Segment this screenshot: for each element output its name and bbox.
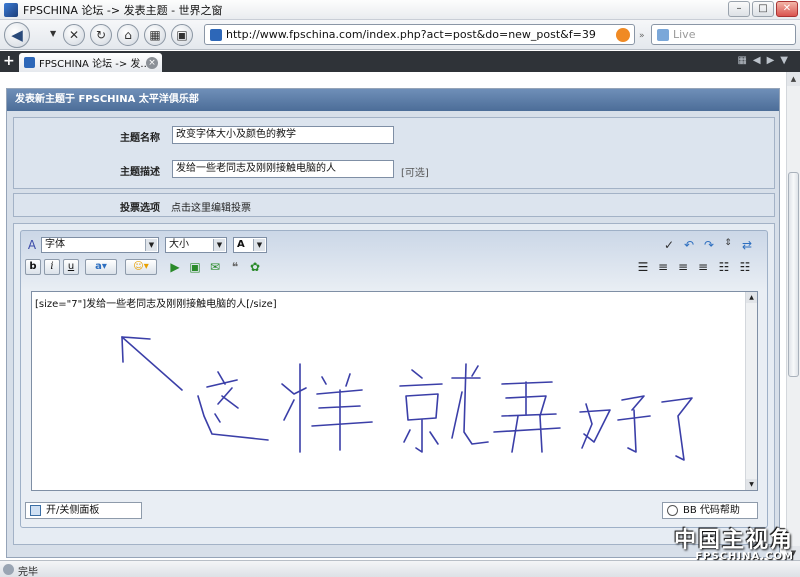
numbered-list-icon[interactable]: ☷ — [716, 259, 732, 275]
poll-block: 投票选项 点击这里编辑投票 — [13, 193, 775, 217]
window-controls: – □ ✕ — [728, 1, 798, 17]
highlight-color-button[interactable]: a▾ — [85, 259, 117, 275]
align-center-icon[interactable]: ≡ — [675, 259, 691, 275]
toggle-side-panel-label: 开/关侧面板 — [46, 505, 100, 516]
status-text: 完毕 — [18, 567, 38, 577]
back-button[interactable]: ◀ — [4, 22, 30, 48]
handwritten-annotation — [121, 336, 693, 461]
align-right-icon[interactable]: ≡ — [695, 259, 711, 275]
bold-button[interactable]: b — [25, 259, 41, 275]
separator-icon: » — [639, 31, 645, 41]
form-header: 发表新主题于 FPSCHINA 太平洋俱乐部 — [7, 89, 779, 111]
navigation-bar: ◀ ▼ ✕ ↻ ⌂ ▦ ▣ http://www.fpschina.com/in… — [0, 20, 800, 50]
go-icon[interactable] — [616, 27, 630, 42]
editor-area: A 字体 ▼ 大小 ▼ A ▼ ✓ ↶ ↷ ⇕ ⇄ b i u a▾ ☺▾ ▶ … — [13, 223, 775, 545]
scroll-thumb[interactable] — [788, 172, 799, 377]
align-left-icon[interactable]: ≡ — [655, 259, 671, 275]
textarea-scrollbar[interactable]: ▲ ▼ — [745, 292, 757, 490]
tab-label: FPSCHINA 论坛 -> 发... — [39, 59, 146, 70]
page-status-icon — [3, 564, 14, 575]
page-scrollbar[interactable]: ▲ ▼ — [786, 72, 800, 560]
scroll-up-icon[interactable]: ▲ — [746, 292, 757, 303]
spellcheck-icon[interactable]: ✓ — [661, 237, 677, 253]
maximize-button[interactable]: □ — [752, 1, 774, 17]
font-select-value: 字体 — [45, 239, 65, 250]
tab-bar: + FPSCHINA 论坛 -> 发... × ▦◀▶▼ — [0, 51, 800, 72]
bb-code-help-button[interactable]: BB 代码帮助 — [662, 502, 758, 519]
color-select-value: A — [237, 239, 245, 250]
page-content: 发表新主题于 FPSCHINA 太平洋俱乐部 主题名称 改变字体大小及颜色的教学… — [0, 72, 786, 560]
description-label: 主题描述 — [120, 167, 160, 178]
window-title: FPSCHINA 论坛 -> 发表主题 - 世界之窗 — [23, 3, 223, 17]
bullet-list-icon[interactable]: ☷ — [737, 259, 753, 275]
underline-button[interactable]: u — [63, 259, 79, 275]
indent-icon[interactable]: ☰ — [635, 259, 651, 275]
italic-button[interactable]: i — [44, 259, 60, 275]
rich-editor: A 字体 ▼ 大小 ▼ A ▼ ✓ ↶ ↷ ⇕ ⇄ b i u a▾ ☺▾ ▶ … — [20, 230, 768, 528]
address-url[interactable]: http://www.fpschina.com/index.php?act=po… — [226, 28, 616, 41]
tab-controls[interactable]: ▦◀▶▼ — [737, 55, 794, 66]
undo-icon[interactable]: ↶ — [681, 237, 697, 253]
insert-image-icon[interactable]: ▣ — [187, 259, 203, 275]
chevron-down-icon: ▼ — [213, 239, 225, 251]
info-icon — [667, 505, 678, 516]
status-bar: 完毕 — [0, 560, 800, 577]
browser-icon — [4, 2, 18, 17]
address-bar[interactable]: http://www.fpschina.com/index.php?act=po… — [204, 24, 635, 45]
post-form: 发表新主题于 FPSCHINA 太平洋俱乐部 主题名称 改变字体大小及颜色的教学… — [6, 88, 780, 558]
stop-button[interactable]: ✕ — [63, 24, 85, 46]
insert-link-icon[interactable]: ▶ — [167, 259, 183, 275]
chevron-down-icon: ▼ — [145, 239, 157, 251]
toggle-side-panel-button[interactable]: 开/关侧面板 — [25, 502, 142, 519]
site-watermark: 中国主视角 FPSCHINA.COM — [674, 530, 794, 562]
search-placeholder[interactable]: Live — [673, 28, 695, 41]
subject-label: 主题名称 — [120, 133, 160, 144]
bb-code-help-label: BB 代码帮助 — [683, 505, 740, 516]
optional-hint: [可选] — [401, 168, 429, 179]
tab-favicon-icon — [24, 57, 35, 68]
chevron-down-icon: ▼ — [253, 239, 265, 251]
resize-icon[interactable]: ⇕ — [720, 235, 736, 251]
close-button[interactable]: ✕ — [776, 1, 798, 17]
refresh-button[interactable]: ↻ — [90, 24, 112, 46]
font-select[interactable]: 字体 ▼ — [41, 237, 159, 253]
panel-icon — [30, 505, 41, 516]
topic-block: 主题名称 改变字体大小及颜色的教学 主题描述 发给一些老同志及刚刚接触电脑的人 … — [13, 117, 775, 189]
font-style-icon[interactable]: A — [24, 237, 40, 253]
tab-active[interactable]: FPSCHINA 论坛 -> 发... × — [19, 53, 162, 72]
search-box[interactable]: Live — [651, 24, 796, 45]
new-tab-button[interactable]: + — [3, 53, 15, 69]
insert-code-icon[interactable]: ✿ — [247, 259, 263, 275]
watermark-brand: 中国主视角 — [673, 528, 794, 553]
poll-label: 投票选项 — [120, 203, 160, 214]
edit-poll-link[interactable]: 点击这里编辑投票 — [171, 199, 251, 214]
site-favicon-icon — [210, 28, 222, 41]
window-view-button[interactable]: ▣ — [171, 24, 193, 46]
scroll-up-icon[interactable]: ▲ — [787, 72, 800, 86]
grid-view-button[interactable]: ▦ — [144, 24, 166, 46]
home-button[interactable]: ⌂ — [117, 24, 139, 46]
minimize-button[interactable]: – — [728, 1, 750, 17]
title-bar: FPSCHINA 论坛 -> 发表主题 - 世界之窗 – □ ✕ — [0, 0, 800, 20]
redo-icon[interactable]: ↷ — [701, 237, 717, 253]
subject-input[interactable]: 改变字体大小及颜色的教学 — [172, 126, 394, 144]
watermark-domain: FPSCHINA.COM — [695, 551, 794, 562]
tab-close-icon[interactable]: × — [146, 56, 158, 69]
insert-quote-icon[interactable]: ❝ — [227, 259, 243, 275]
description-input[interactable]: 发给一些老同志及刚刚接触电脑的人 — [172, 160, 394, 178]
history-dropdown-icon[interactable]: ▼ — [50, 29, 56, 38]
insert-email-icon[interactable]: ✉ — [207, 259, 223, 275]
switch-mode-icon[interactable]: ⇄ — [739, 237, 755, 253]
live-search-icon — [657, 28, 669, 41]
scroll-down-icon[interactable]: ▼ — [746, 479, 757, 490]
message-textarea[interactable]: [size="7"]发给一些老同志及刚刚接触电脑的人[/size] ▲ ▼ — [31, 291, 758, 491]
emoticon-button[interactable]: ☺▾ — [125, 259, 157, 275]
size-select[interactable]: 大小 ▼ — [165, 237, 227, 253]
color-select[interactable]: A ▼ — [233, 237, 267, 253]
size-select-value: 大小 — [169, 239, 189, 250]
